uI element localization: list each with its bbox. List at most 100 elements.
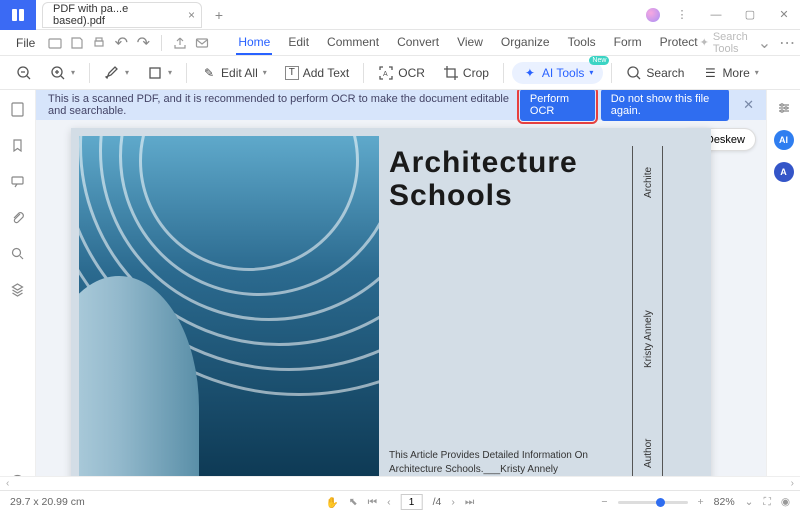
zoom-out-status-icon[interactable]: −: [601, 496, 607, 508]
print-icon[interactable]: [91, 35, 107, 51]
kebab-menu-icon[interactable]: ⋮: [666, 1, 698, 29]
close-tab-icon[interactable]: ×: [188, 8, 195, 22]
page-hero-image: [79, 136, 379, 476]
ai-orb-icon[interactable]: [642, 1, 664, 29]
open-icon[interactable]: [47, 35, 63, 51]
first-page-icon[interactable]: ⏮: [368, 496, 377, 509]
layers-icon[interactable]: [9, 280, 27, 298]
horizontal-scrollbar[interactable]: ‹ ›: [0, 476, 800, 490]
zoom-slider[interactable]: [618, 501, 688, 504]
menu-icon: ☰: [702, 65, 718, 81]
ai-sparkle-icon: ✦: [522, 65, 538, 81]
zoom-dropdown-icon[interactable]: ⌄: [745, 496, 754, 508]
attachments-icon[interactable]: [9, 208, 27, 226]
sparkle-icon: ✦: [700, 36, 709, 49]
ocr-button[interactable]: AOCR: [372, 62, 431, 84]
ribbon-options-icon[interactable]: ⋯: [779, 33, 795, 53]
fit-width-icon[interactable]: ⛶: [763, 496, 770, 509]
statusbar: 29.7 x 20.99 cm ✋ ⬉ ⏮ ‹ /4 › ⏭ − + 82% ⌄…: [0, 490, 800, 513]
page-number-input[interactable]: [401, 494, 423, 510]
comments-icon[interactable]: [9, 172, 27, 190]
search-icon: [626, 65, 642, 81]
square-icon: [147, 65, 163, 81]
close-window-button[interactable]: ✕: [768, 1, 800, 29]
share-icon[interactable]: [172, 35, 188, 51]
maximize-button[interactable]: ▢: [734, 1, 766, 29]
document-viewport: This is a scanned PDF, and it is recomme…: [36, 90, 766, 490]
tab-title: PDF with pa...e based).pdf: [53, 3, 177, 27]
next-page-icon[interactable]: ›: [451, 496, 455, 508]
highlight-button[interactable]: ▾: [98, 62, 135, 84]
tab-home[interactable]: Home: [236, 31, 272, 55]
tab-edit[interactable]: Edit: [286, 31, 311, 55]
document-tab[interactable]: PDF with pa...e based).pdf ×: [42, 2, 202, 28]
ocr-icon: A: [378, 65, 394, 81]
zoom-in-status-icon[interactable]: +: [698, 496, 704, 508]
document-subtitle: This Article Provides Detailed Informati…: [389, 449, 619, 476]
prev-page-icon[interactable]: ‹: [387, 496, 391, 508]
edit-all-button[interactable]: ✎Edit All▾: [195, 62, 273, 84]
tab-convert[interactable]: Convert: [395, 31, 441, 55]
word-export-icon[interactable]: A: [774, 162, 794, 182]
scroll-left-icon[interactable]: ‹: [6, 478, 9, 489]
ocr-banner: This is a scanned PDF, and it is recomme…: [36, 90, 766, 120]
file-menu[interactable]: File: [8, 34, 43, 52]
crop-icon: [443, 65, 459, 81]
bookmarks-icon[interactable]: [9, 136, 27, 154]
undo-icon[interactable]: ↶: [113, 35, 129, 51]
titlebar: PDF with pa...e based).pdf × + ⋮ — ▢ ✕: [0, 0, 800, 30]
left-sidebar: [0, 90, 36, 490]
menubar: File ↶ ↷ Home Edit Comment Convert View …: [0, 30, 800, 56]
save-icon[interactable]: [69, 35, 85, 51]
home-toolbar: ▾ ▾ ▾ ✎Edit All▾ TAdd Text AOCR Crop ✦AI…: [0, 56, 800, 90]
side-label-author: Author: [643, 439, 654, 468]
highlighter-icon: [104, 65, 120, 81]
search-panel-icon[interactable]: [9, 244, 27, 262]
hide-banner-button[interactable]: Do not show this file again.: [601, 90, 729, 121]
select-tool-icon[interactable]: ⬉: [349, 496, 358, 508]
zoom-in-icon: [50, 65, 66, 81]
email-icon[interactable]: [194, 35, 210, 51]
ai-assistant-icon[interactable]: AI: [774, 130, 794, 150]
tab-view[interactable]: View: [455, 31, 485, 55]
thumbnails-icon[interactable]: [9, 100, 27, 118]
zoom-percent: 82%: [714, 496, 735, 508]
collapse-ribbon-icon[interactable]: ⌄: [758, 33, 771, 53]
more-button[interactable]: ☰More▾: [696, 62, 764, 84]
hand-tool-icon[interactable]: ✋: [326, 496, 339, 509]
zoom-in-button[interactable]: ▾: [44, 62, 81, 84]
add-text-button[interactable]: TAdd Text: [279, 63, 355, 83]
crop-button[interactable]: Crop: [437, 62, 495, 84]
page-total: /4: [433, 496, 442, 508]
scroll-right-icon[interactable]: ›: [791, 478, 794, 489]
right-sidebar: AI A: [766, 90, 800, 490]
ai-tools-button[interactable]: ✦AI Tools▾New: [512, 62, 603, 84]
last-page-icon[interactable]: ⏭: [465, 496, 474, 509]
tab-protect[interactable]: Protect: [658, 31, 700, 55]
shape-button[interactable]: ▾: [141, 62, 178, 84]
properties-icon[interactable]: [774, 98, 794, 118]
ribbon-tabs: Home Edit Comment Convert View Organize …: [236, 31, 699, 55]
close-banner-icon[interactable]: ✕: [743, 97, 754, 113]
search-tools-input[interactable]: ✦ Search Tools: [700, 31, 748, 55]
pencil-icon: ✎: [201, 65, 217, 81]
tab-form[interactable]: Form: [612, 31, 644, 55]
reading-mode-icon[interactable]: ◉: [781, 496, 790, 508]
text-icon: T: [285, 66, 299, 80]
app-logo-icon[interactable]: [0, 0, 36, 30]
tab-tools[interactable]: Tools: [566, 31, 598, 55]
tab-comment[interactable]: Comment: [325, 31, 381, 55]
document-title: Architecture Schools: [389, 146, 578, 212]
minimize-button[interactable]: —: [700, 1, 732, 29]
search-button[interactable]: Search: [620, 62, 690, 84]
redo-icon[interactable]: ↷: [135, 35, 151, 51]
page-dimensions: 29.7 x 20.99 cm: [10, 496, 85, 508]
svg-text:A: A: [383, 71, 388, 78]
zoom-out-button[interactable]: [10, 62, 38, 84]
banner-message: This is a scanned PDF, and it is recomme…: [48, 93, 520, 117]
side-label-archite: Archite: [643, 167, 654, 198]
tab-organize[interactable]: Organize: [499, 31, 552, 55]
new-tab-button[interactable]: +: [208, 7, 230, 23]
perform-ocr-button[interactable]: Perform OCR: [520, 90, 595, 121]
pdf-page[interactable]: Architecture Schools This Article Provid…: [71, 128, 711, 490]
